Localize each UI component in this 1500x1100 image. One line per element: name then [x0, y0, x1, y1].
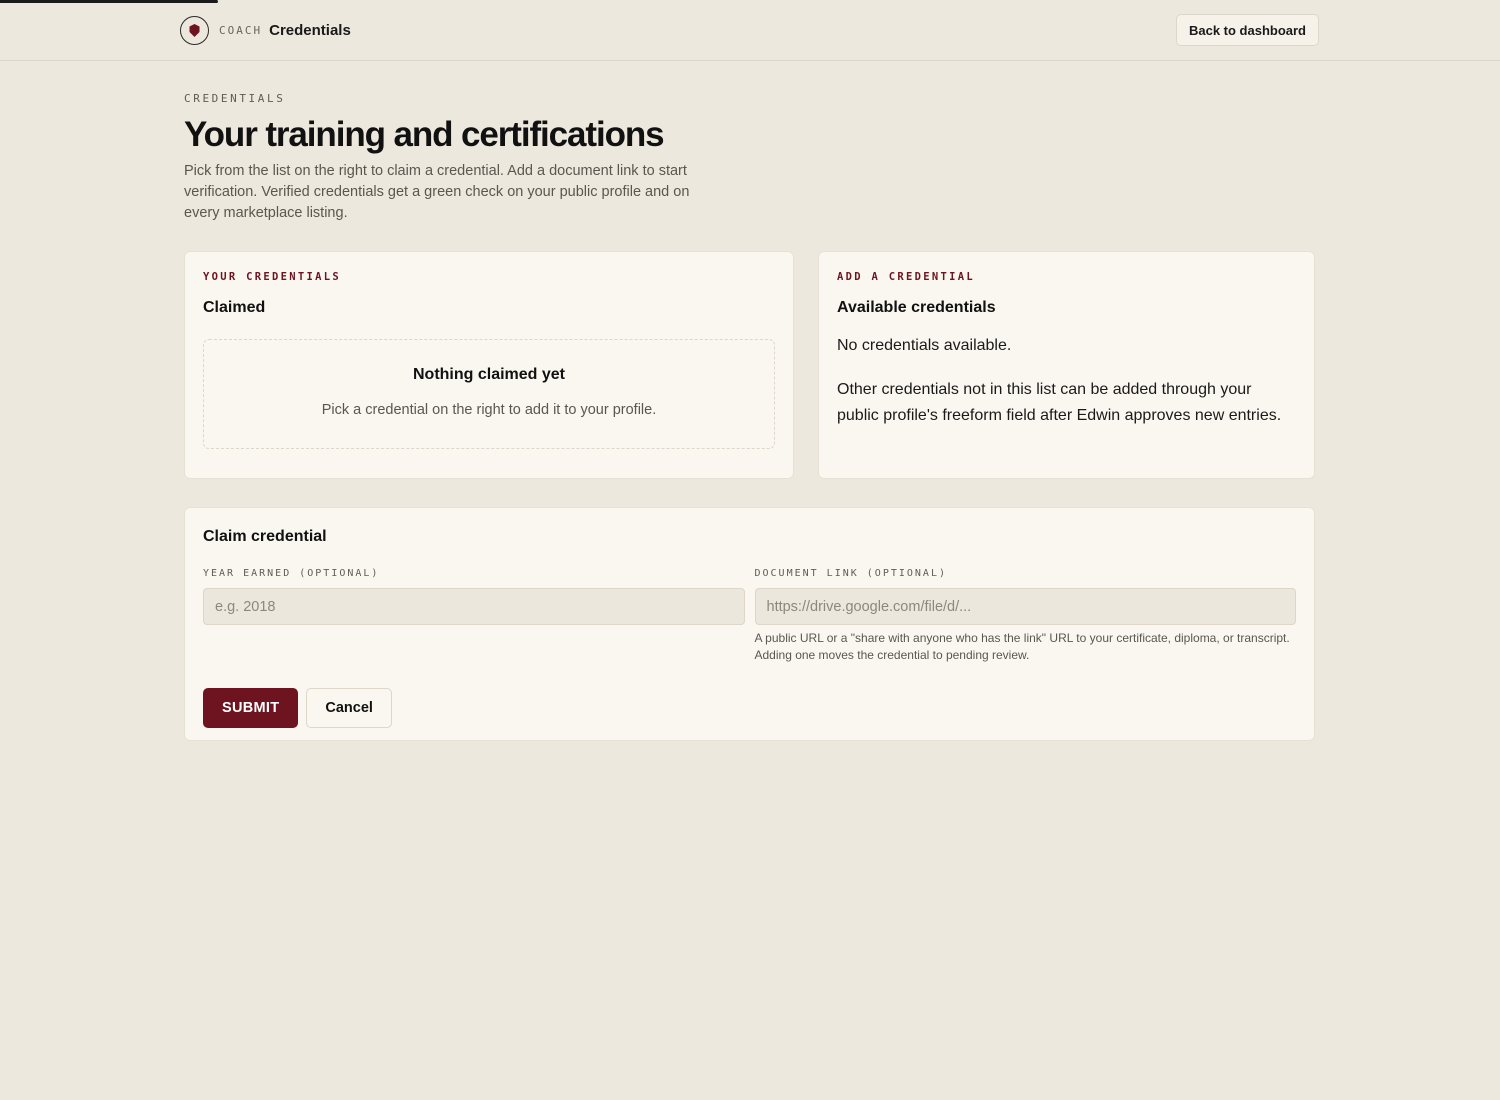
- claimed-card: YOUR CREDENTIALS Claimed Nothing claimed…: [184, 251, 794, 480]
- back-to-dashboard-button[interactable]: Back to dashboard: [1175, 14, 1319, 46]
- year-earned-label: YEAR EARNED (OPTIONAL): [203, 568, 380, 580]
- available-none-text: No credentials available.: [837, 337, 1012, 355]
- claimed-title: Claimed: [203, 299, 266, 317]
- credential-cards: YOUR CREDENTIALS Claimed Nothing claimed…: [184, 251, 1315, 480]
- claimed-empty-state: Nothing claimed yet Pick a credential on…: [203, 339, 775, 450]
- cancel-button[interactable]: Cancel: [306, 688, 392, 729]
- page-progress-bar: [0, 0, 218, 3]
- form-actions: SUBMIT Cancel: [203, 688, 1296, 729]
- document-link-label: DOCUMENT LINK (OPTIONAL): [754, 568, 947, 580]
- empty-state-title: Nothing claimed yet: [412, 366, 566, 384]
- submit-button[interactable]: SUBMIT: [203, 688, 299, 729]
- brand[interactable]: COACH Credentials: [180, 15, 351, 45]
- empty-state-text: Pick a credential on the right to add it…: [321, 402, 657, 419]
- claimed-eyebrow: YOUR CREDENTIALS: [203, 271, 341, 284]
- brand-title: Credentials: [269, 21, 351, 39]
- document-link-input[interactable]: [754, 588, 1296, 626]
- available-title: Available credentials: [837, 299, 996, 317]
- document-link-help: A public URL or a "share with anyone who…: [754, 631, 1290, 663]
- year-earned-input[interactable]: [203, 588, 745, 626]
- available-card: ADD A CREDENTIAL Available credentials N…: [818, 251, 1315, 480]
- available-eyebrow: ADD A CREDENTIAL: [837, 271, 975, 284]
- page-intro: Pick from the list on the right to claim…: [184, 163, 690, 222]
- claim-form-title: Claim credential: [203, 528, 327, 546]
- document-field-group: DOCUMENT LINK (OPTIONAL) A public URL or…: [754, 563, 1296, 664]
- available-note: Other credentials not in this list can b…: [837, 381, 1282, 424]
- shield-logo-icon: [180, 15, 209, 45]
- main-content: CREDENTIALS Your training and certificat…: [0, 92, 1500, 742]
- claim-form-fields: YEAR EARNED (OPTIONAL) DOCUMENT LINK (OP…: [203, 563, 1296, 664]
- page-eyebrow: CREDENTIALS: [184, 92, 286, 105]
- page-title: Your training and certifications: [184, 115, 665, 154]
- year-field-group: YEAR EARNED (OPTIONAL): [203, 563, 745, 664]
- top-bar: COACH Credentials Back to dashboard: [0, 0, 1500, 61]
- claim-credential-form: Claim credential YEAR EARNED (OPTIONAL) …: [184, 507, 1315, 742]
- brand-subtitle: COACH: [219, 23, 263, 37]
